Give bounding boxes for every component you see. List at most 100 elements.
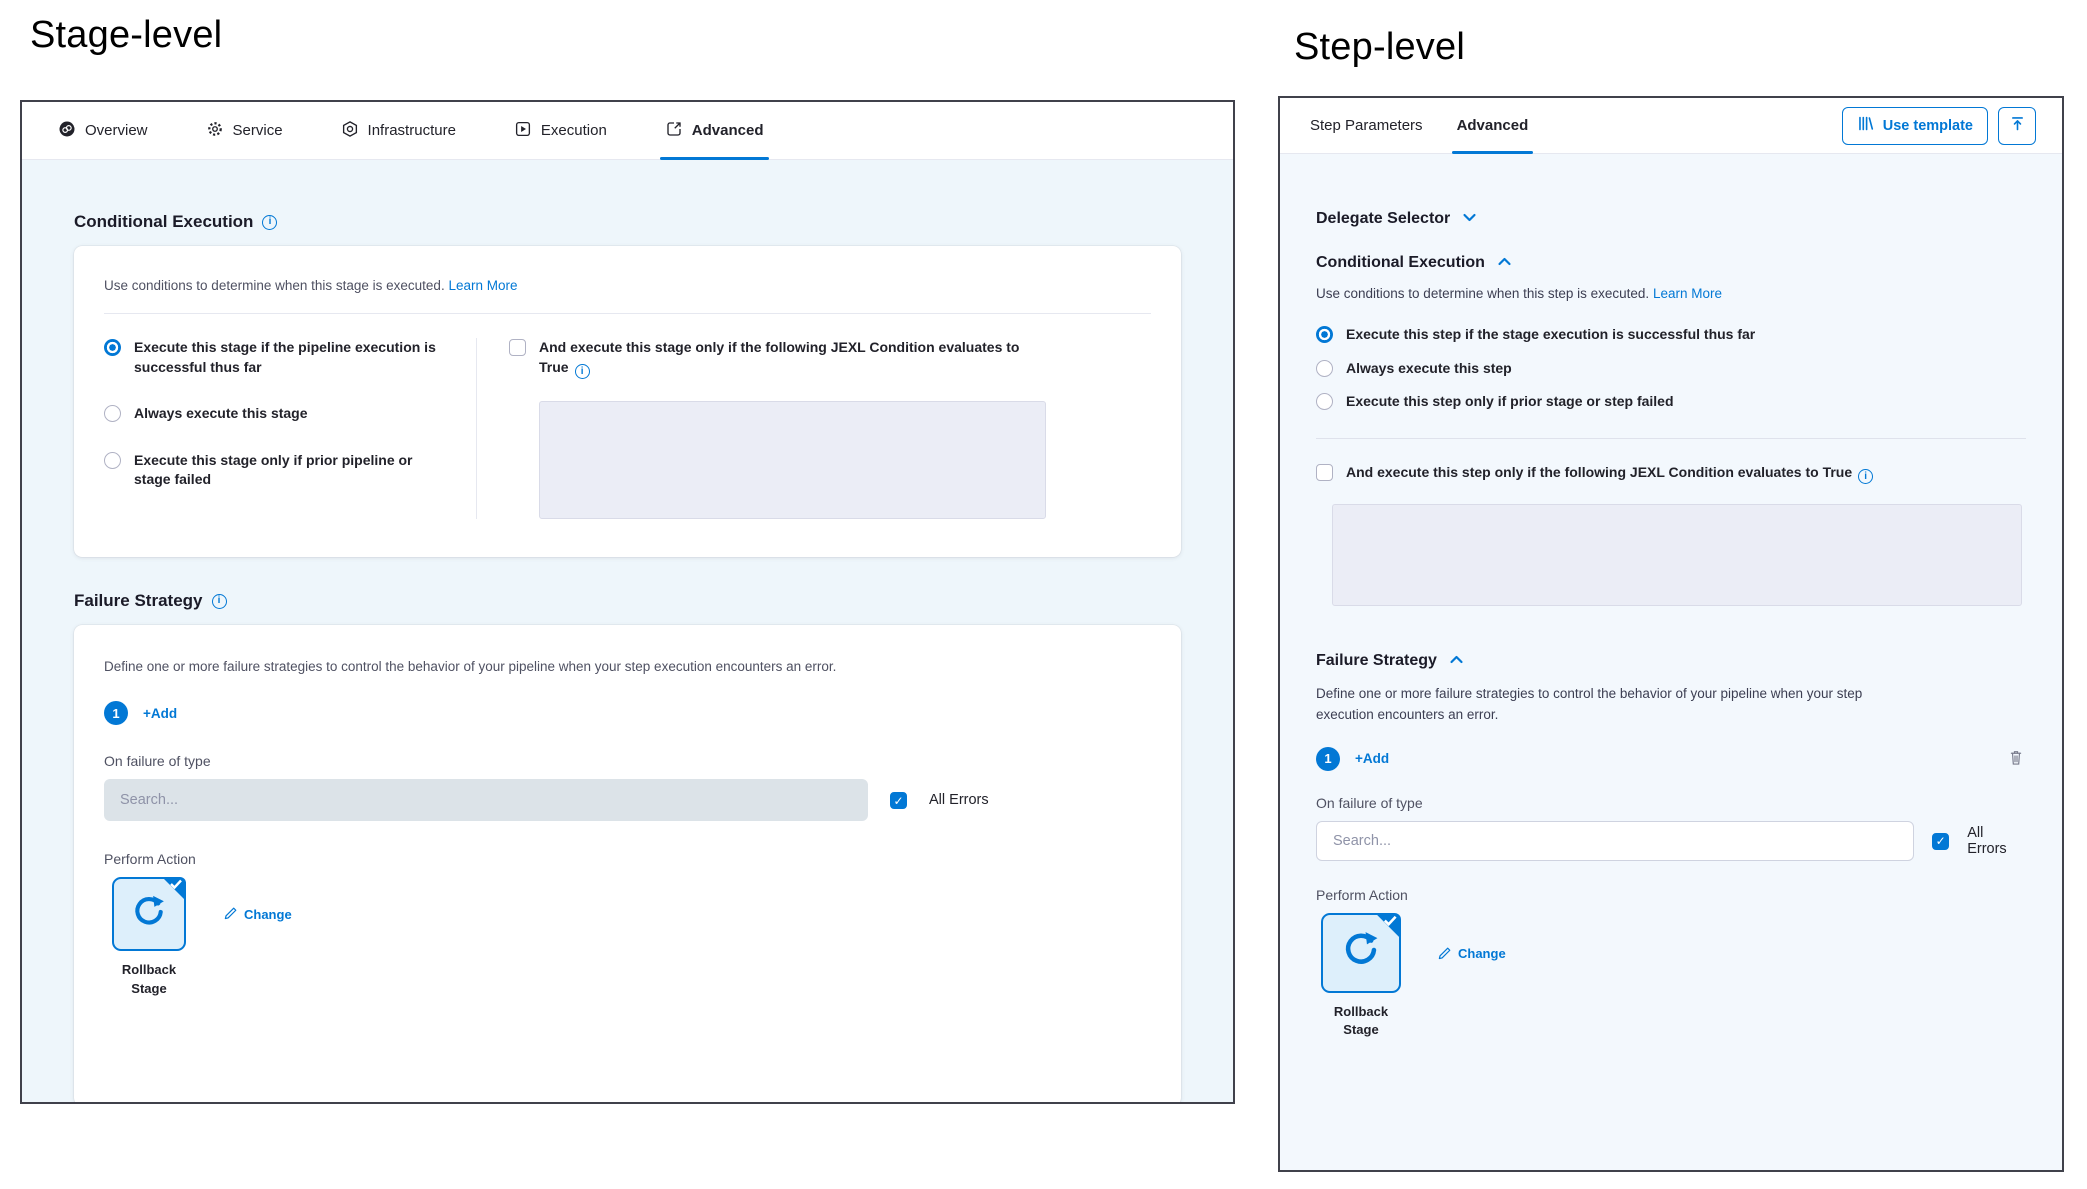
template-library-icon [1857, 115, 1874, 136]
radio-option-always-execute[interactable]: Always execute this step [1316, 359, 2026, 379]
on-failure-of-type-label: On failure of type [1316, 795, 2026, 811]
radio-selected-icon[interactable] [104, 339, 121, 356]
tab-step-parameters[interactable]: Step Parameters [1310, 98, 1423, 153]
failure-strategy-card: Define one or more failure strategies to… [74, 625, 1181, 1102]
action-name: Rollback Stage [1316, 1003, 1406, 1039]
jexl-condition-checkbox-row[interactable]: And execute this step only if the follow… [1316, 463, 2026, 485]
service-icon [206, 120, 224, 142]
screenshot-root: Stage-level Step-level Overview Service … [0, 0, 2087, 1189]
perform-action-row: Rollback Stage Change [104, 877, 1151, 997]
divider [104, 313, 1151, 314]
jexl-condition-input[interactable] [1332, 504, 2022, 606]
step-level-title: Step-level [1294, 26, 1465, 69]
vertical-divider [476, 338, 477, 519]
radio-icon[interactable] [104, 405, 121, 422]
failure-strategy-description: Define one or more failure strategies to… [1316, 684, 1908, 725]
jexl-checkbox[interactable] [509, 339, 526, 356]
perform-action-label: Perform Action [104, 851, 1151, 867]
info-icon[interactable] [212, 594, 227, 609]
tab-label: Overview [85, 122, 148, 139]
failure-type-row: All Errors [104, 779, 1151, 821]
tab-service[interactable]: Service [206, 102, 283, 159]
jexl-checkbox[interactable] [1316, 464, 1333, 481]
failure-strategy-header[interactable]: Failure Strategy [1316, 652, 2026, 670]
radio-icon[interactable] [1316, 360, 1333, 377]
tab-label: Infrastructure [368, 122, 456, 139]
info-icon[interactable] [1858, 469, 1873, 484]
stage-content: Conditional Execution Use conditions to … [22, 160, 1233, 1102]
stage-level-title: Stage-level [30, 14, 222, 57]
tab-label: Advanced [1457, 117, 1529, 134]
radio-icon[interactable] [104, 452, 121, 469]
save-as-template-button[interactable] [1998, 107, 2036, 145]
action-name: Rollback Stage [104, 961, 194, 997]
execution-icon [514, 120, 532, 142]
conditional-execution-description: Use conditions to determine when this st… [104, 278, 1151, 293]
add-strategy-button[interactable]: +Add [1355, 751, 1389, 766]
infrastructure-icon [341, 120, 359, 142]
info-icon[interactable] [575, 364, 590, 379]
radio-option-prior-failed[interactable]: Execute this step only if prior stage or… [1316, 392, 2026, 412]
tab-label: Step Parameters [1310, 117, 1423, 134]
jexl-condition-input[interactable] [539, 401, 1046, 519]
all-errors-label: All Errors [1967, 825, 2026, 857]
tab-overview[interactable]: Overview [58, 102, 148, 159]
all-errors-checkbox[interactable] [1932, 833, 1949, 850]
failure-strategy-heading: Failure Strategy [74, 591, 1181, 611]
strategy-add-row: 1 +Add [104, 701, 1151, 725]
tab-label: Execution [541, 122, 607, 139]
rollback-stage-tile[interactable] [112, 877, 186, 951]
failure-type-search-input[interactable] [104, 779, 868, 821]
chevron-down-icon [1462, 210, 1477, 228]
failure-type-search-input[interactable] [1316, 821, 1914, 861]
on-failure-of-type-label: On failure of type [104, 753, 1151, 769]
step-advanced-panel: Step Parameters Advanced Use template De… [1278, 96, 2064, 1172]
stage-tabbar: Overview Service Infrastructure Executio… [22, 102, 1233, 160]
selected-check-badge [160, 877, 186, 908]
radio-option-stage-successful[interactable]: Execute this step if the stage execution… [1316, 325, 2026, 345]
divider [1316, 438, 2026, 439]
tab-execution[interactable]: Execution [514, 102, 607, 159]
rollback-stage-tile[interactable] [1321, 913, 1401, 993]
trash-icon [2008, 754, 2024, 769]
pencil-icon [1436, 945, 1451, 963]
use-template-button[interactable]: Use template [1842, 107, 1988, 145]
radio-icon[interactable] [1316, 393, 1333, 410]
radio-group: Execute this step if the stage execution… [1316, 325, 2026, 412]
add-strategy-button[interactable]: +Add [143, 706, 177, 721]
perform-action-label: Perform Action [1316, 887, 2026, 903]
strategy-count-badge[interactable]: 1 [104, 701, 128, 725]
radio-option-always-execute[interactable]: Always execute this stage [104, 404, 450, 424]
upload-icon [2009, 115, 2026, 136]
all-errors-label: All Errors [929, 792, 989, 808]
delegate-selector-header[interactable]: Delegate Selector [1316, 210, 2026, 228]
learn-more-link[interactable]: Learn More [1653, 286, 1722, 301]
conditional-execution-card: Use conditions to determine when this st… [74, 246, 1181, 557]
stage-advanced-panel: Overview Service Infrastructure Executio… [20, 100, 1235, 1104]
tab-advanced[interactable]: Advanced [665, 102, 764, 159]
tab-label: Service [233, 122, 283, 139]
conditional-execution-heading: Conditional Execution [74, 212, 1181, 232]
strategy-count-badge[interactable]: 1 [1316, 747, 1340, 771]
radio-selected-icon[interactable] [1316, 326, 1333, 343]
step-content: Delegate Selector Conditional Execution … [1280, 154, 2062, 1170]
radio-option-prior-failed[interactable]: Execute this stage only if prior pipelin… [104, 451, 450, 490]
radio-option-pipeline-successful[interactable]: Execute this stage if the pipeline execu… [104, 338, 450, 377]
failure-strategy-description: Define one or more failure strategies to… [104, 657, 1151, 677]
info-icon[interactable] [262, 215, 277, 230]
tab-advanced[interactable]: Advanced [1457, 98, 1529, 153]
strategy-add-row: 1 +Add [1316, 747, 2026, 771]
selected-check-badge [1373, 913, 1401, 946]
jexl-condition-checkbox-row[interactable]: And execute this stage only if the follo… [509, 338, 1046, 379]
chevron-up-icon [1497, 254, 1512, 272]
tab-label: Advanced [692, 122, 764, 139]
change-action-link[interactable]: Change [1436, 945, 1506, 963]
tab-infrastructure[interactable]: Infrastructure [341, 102, 456, 159]
conditional-execution-description: Use conditions to determine when this st… [1316, 286, 2026, 301]
perform-action-row: Rollback Stage Change [1316, 913, 2026, 1039]
delete-strategy-button[interactable] [2006, 747, 2026, 771]
conditional-execution-header[interactable]: Conditional Execution [1316, 254, 2026, 272]
learn-more-link[interactable]: Learn More [448, 278, 517, 293]
all-errors-checkbox[interactable] [890, 792, 907, 809]
change-action-link[interactable]: Change [222, 905, 292, 923]
